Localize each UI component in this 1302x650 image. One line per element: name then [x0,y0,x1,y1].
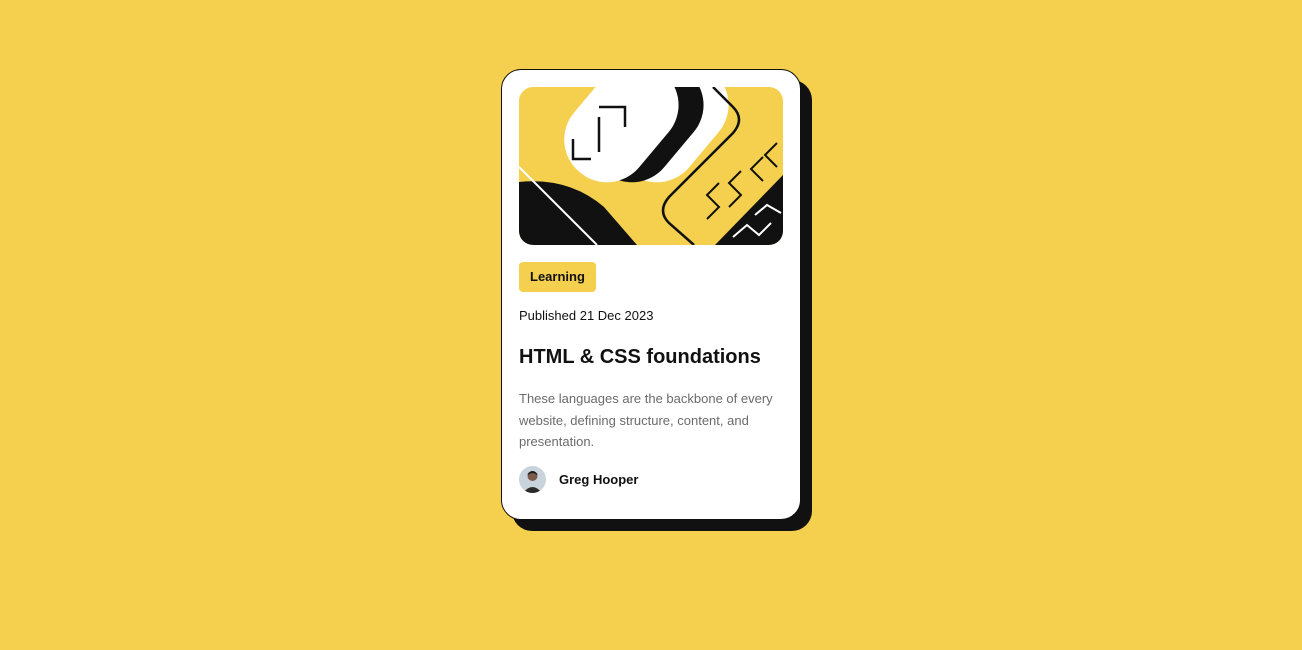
author-avatar-icon [519,466,546,493]
author-name: Greg Hooper [559,472,639,487]
blog-preview-card: Learning Published 21 Dec 2023 HTML & CS… [501,69,801,520]
card-title[interactable]: HTML & CSS foundations [519,344,783,370]
published-date: Published 21 Dec 2023 [519,308,654,323]
category-tag[interactable]: Learning [519,262,596,292]
hero-illustration [519,87,783,245]
card-description: These languages are the backbone of ever… [519,391,773,449]
author: Greg Hooper [519,466,638,493]
code-illustration-icon [519,87,783,245]
